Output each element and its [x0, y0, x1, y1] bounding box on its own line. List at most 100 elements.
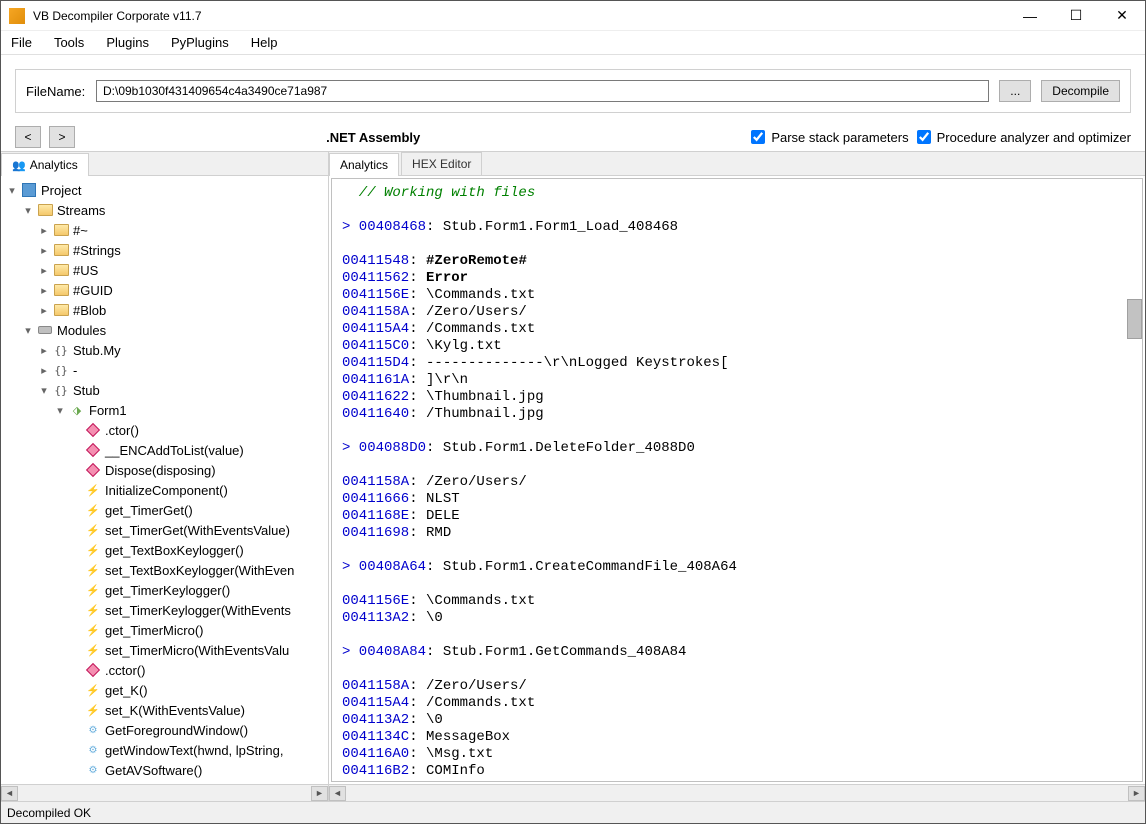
code-line: [342, 423, 1132, 440]
tree-project[interactable]: ▾Project: [1, 180, 328, 200]
code-line: 004113A2: \0: [342, 712, 1132, 729]
tree-mod-stub[interactable]: ▾{}Stub: [1, 380, 328, 400]
code-line: // Working with files: [342, 185, 1132, 202]
code-line: 004116B2: COMInfo: [342, 763, 1132, 780]
filename-label: FileName:: [26, 84, 86, 99]
code-line: [342, 576, 1132, 593]
tree-mod-dash[interactable]: ▸{}-: [1, 360, 328, 380]
code-line: 0041158A: /Zero/Users/: [342, 304, 1132, 321]
code-line: > 00408A64: Stub.Form1.CreateCommandFile…: [342, 559, 1132, 576]
minimize-button[interactable]: —: [1007, 1, 1053, 30]
tree-stream-guid[interactable]: ▸#GUID: [1, 280, 328, 300]
code-line: 00411698: RMD: [342, 525, 1132, 542]
tree-method[interactable]: ⚡set_TimerGet(WithEventsValue): [1, 520, 328, 540]
window-title: VB Decompiler Corporate v11.7: [33, 9, 1007, 23]
folder-icon: [54, 304, 69, 316]
tree-class-form1[interactable]: ▾⬗Form1: [1, 400, 328, 420]
project-tree[interactable]: ▾Project▾Streams▸#~▸#Strings▸#US▸#GUID▸#…: [1, 176, 328, 784]
tree-method[interactable]: ⚙GetForegroundWindow(): [1, 720, 328, 740]
tree-method[interactable]: ⚡get_TimerKeylogger(): [1, 580, 328, 600]
tree-modules[interactable]: ▾Modules: [1, 320, 328, 340]
tree-hscroll[interactable]: ◄ ►: [1, 784, 328, 801]
code-line: > 00408468: Stub.Form1.Form1_Load_408468: [342, 219, 1132, 236]
right-tabstrip: Analytics HEX Editor: [329, 152, 1145, 176]
people-icon: 👥: [12, 159, 26, 172]
scroll-left-icon[interactable]: ◄: [1, 786, 18, 801]
scroll-right-icon[interactable]: ►: [1128, 786, 1145, 801]
lightning-icon: ⚡: [86, 704, 100, 717]
tab-analytics-right[interactable]: Analytics: [329, 153, 399, 176]
tree-method[interactable]: ⚡get_K(): [1, 680, 328, 700]
tree-method[interactable]: ⚡InitializeComponent(): [1, 480, 328, 500]
lightning-icon: ⚡: [86, 644, 100, 657]
tree-stream-blob[interactable]: ▸#Blob: [1, 300, 328, 320]
tree-method[interactable]: .cctor(): [1, 660, 328, 680]
code-vscroll-thumb[interactable]: [1127, 299, 1142, 339]
lightning-icon: ⚡: [86, 584, 100, 597]
tree-mod-stubmy[interactable]: ▸{}Stub.My: [1, 340, 328, 360]
tree-method[interactable]: ⚡get_TimerMicro(): [1, 620, 328, 640]
menu-file[interactable]: File: [7, 33, 36, 52]
code-line: 0041158A: /Zero/Users/: [342, 678, 1132, 695]
tree-method[interactable]: Dispose(disposing): [1, 460, 328, 480]
tree-method[interactable]: __ENCAddToList(value): [1, 440, 328, 460]
folder-icon: [54, 264, 69, 276]
method-icon: [86, 663, 100, 677]
menu-plugins[interactable]: Plugins: [102, 33, 153, 52]
tree-method[interactable]: ⚡set_K(WithEventsValue): [1, 700, 328, 720]
decompile-button[interactable]: Decompile: [1041, 80, 1120, 102]
gear-icon: ⚙: [89, 765, 98, 776]
menu-help[interactable]: Help: [247, 33, 282, 52]
tab-hex-editor[interactable]: HEX Editor: [401, 152, 482, 175]
braces-icon: {}: [54, 344, 67, 357]
scroll-right-icon[interactable]: ►: [311, 786, 328, 801]
code-line: 0041134C: MessageBox: [342, 729, 1132, 746]
code-line: 004116A0: \Msg.txt: [342, 746, 1132, 763]
code-line: [342, 457, 1132, 474]
lightning-icon: ⚡: [86, 624, 100, 637]
code-line: 0041168E: DELE: [342, 508, 1132, 525]
class-icon: ⬗: [73, 404, 81, 417]
tree-method[interactable]: ⚡set_TextBoxKeylogger(WithEven: [1, 560, 328, 580]
chk-parse-stack[interactable]: Parse stack parameters: [751, 130, 908, 145]
code-line: [342, 542, 1132, 559]
code-line: 004113A2: \0: [342, 610, 1132, 627]
close-button[interactable]: ✕: [1099, 1, 1145, 30]
tree-method[interactable]: ⚡get_TextBoxKeylogger(): [1, 540, 328, 560]
code-view[interactable]: // Working with files > 00408468: Stub.F…: [331, 178, 1143, 782]
menu-tools[interactable]: Tools: [50, 33, 88, 52]
lightning-icon: ⚡: [86, 564, 100, 577]
titlebar: VB Decompiler Corporate v11.7 — ☐ ✕: [1, 1, 1145, 31]
menubar: File Tools Plugins PyPlugins Help: [1, 31, 1145, 55]
code-hscroll[interactable]: ◄ ►: [329, 784, 1145, 801]
lightning-icon: ⚡: [86, 544, 100, 557]
tree-method[interactable]: ⚡get_TimerGet(): [1, 500, 328, 520]
statusbar: Decompiled OK: [1, 801, 1145, 823]
browse-button[interactable]: ...: [999, 80, 1031, 102]
braces-icon: {}: [54, 384, 67, 397]
method-icon: [86, 423, 100, 437]
tree-method[interactable]: .ctor(): [1, 420, 328, 440]
menu-pyplugins[interactable]: PyPlugins: [167, 33, 233, 52]
tree-method[interactable]: ⚙GetAVSoftware(): [1, 760, 328, 780]
code-line: 0041158A: /Zero/Users/: [342, 474, 1132, 491]
gear-icon: ⚙: [89, 725, 98, 736]
code-line: 004115C0: \Kylg.txt: [342, 338, 1132, 355]
filename-input[interactable]: [96, 80, 989, 102]
method-icon: [86, 463, 100, 477]
tree-method[interactable]: ⚡set_TimerMicro(WithEventsValu: [1, 640, 328, 660]
tree-streams[interactable]: ▾Streams: [1, 200, 328, 220]
lightning-icon: ⚡: [86, 504, 100, 517]
maximize-button[interactable]: ☐: [1053, 1, 1099, 30]
code-line: [342, 236, 1132, 253]
tree-stream-strings[interactable]: ▸#Strings: [1, 240, 328, 260]
tab-analytics-left[interactable]: 👥 Analytics: [1, 153, 89, 176]
scroll-left-icon[interactable]: ◄: [329, 786, 346, 801]
tree-method[interactable]: ⚡set_TimerKeylogger(WithEvents: [1, 600, 328, 620]
tree-method[interactable]: ⚙getWindowText(hwnd, lpString,: [1, 740, 328, 760]
chk-proc-analyzer[interactable]: Procedure analyzer and optimizer: [917, 130, 1131, 145]
left-tabstrip: 👥 Analytics: [1, 152, 328, 176]
tree-stream-us[interactable]: ▸#US: [1, 260, 328, 280]
code-line: 00411640: /Thumbnail.jpg: [342, 406, 1132, 423]
tree-stream-hash[interactable]: ▸#~: [1, 220, 328, 240]
